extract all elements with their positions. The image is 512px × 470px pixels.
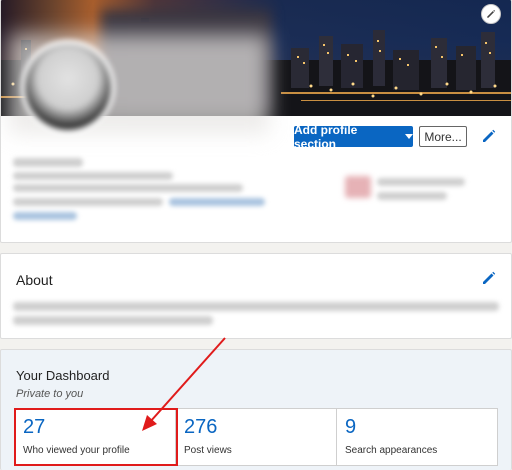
redacted-headline bbox=[13, 172, 173, 180]
dashboard-title: Your Dashboard bbox=[16, 368, 110, 383]
about-card: About bbox=[0, 253, 512, 339]
pencil-icon bbox=[487, 9, 496, 18]
redacted-name bbox=[13, 158, 83, 167]
redacted-contact-link bbox=[169, 198, 265, 206]
stat-value: 276 bbox=[184, 416, 218, 438]
redacted-school bbox=[377, 192, 447, 200]
redacted-company bbox=[377, 178, 465, 186]
redacted-location bbox=[13, 198, 163, 206]
add-profile-section-label: Add profile section bbox=[294, 122, 358, 151]
profile-card: Add profile section More... bbox=[0, 0, 512, 243]
add-profile-section-button[interactable]: Add profile section bbox=[294, 123, 413, 151]
stat-post-views[interactable]: 276 Post views bbox=[176, 409, 337, 465]
stat-label: Who viewed your profile bbox=[23, 445, 130, 456]
redacted-company-logo bbox=[345, 176, 371, 198]
caret-down-icon bbox=[405, 134, 413, 139]
more-button[interactable]: More... bbox=[419, 126, 467, 147]
edit-cover-button[interactable] bbox=[481, 4, 501, 24]
redacted-about-text bbox=[13, 316, 213, 325]
stat-label: Search appearances bbox=[345, 445, 438, 456]
stat-value: 27 bbox=[23, 416, 46, 438]
stat-search-appearances[interactable]: 9 Search appearances bbox=[337, 409, 497, 465]
redacted-about-text bbox=[13, 302, 499, 311]
avatar[interactable] bbox=[21, 40, 115, 134]
about-title: About bbox=[16, 272, 53, 288]
dashboard-stats: 27 Who viewed your profile 276 Post view… bbox=[14, 408, 498, 466]
stat-value: 9 bbox=[345, 416, 357, 438]
stat-label: Post views bbox=[184, 445, 232, 456]
redacted-connections bbox=[13, 212, 77, 220]
stat-profile-viewers[interactable]: 27 Who viewed your profile bbox=[15, 409, 176, 465]
redacted-headline bbox=[13, 184, 243, 192]
pencil-icon[interactable] bbox=[481, 128, 497, 144]
pencil-icon[interactable] bbox=[481, 270, 497, 286]
dashboard-subtitle: Private to you bbox=[16, 388, 84, 400]
